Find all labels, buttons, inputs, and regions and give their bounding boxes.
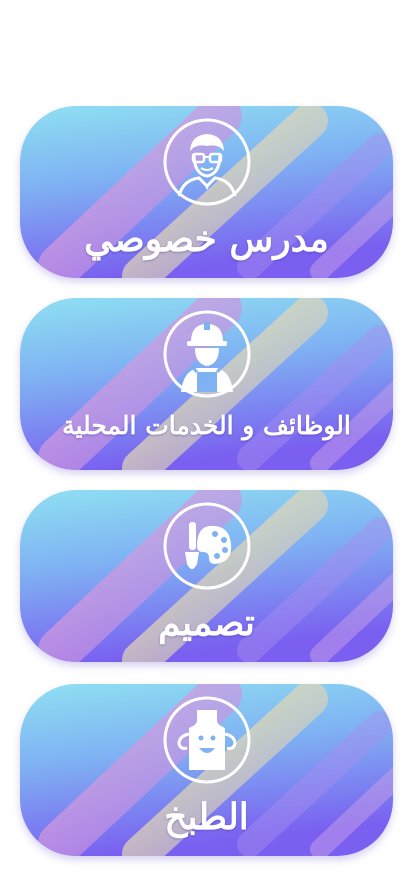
category-label: الوظائف و الخدمات المحلية: [62, 411, 351, 440]
worker-icon: [163, 310, 251, 398]
palette-icon: [163, 502, 251, 590]
category-card-design[interactable]: تصميم: [20, 490, 393, 662]
category-label: مدرس خصوصي: [84, 218, 329, 260]
category-card-local-jobs[interactable]: الوظائف و الخدمات المحلية: [20, 298, 393, 470]
teacher-icon: [163, 118, 251, 206]
category-card-tutor[interactable]: مدرس خصوصي: [20, 106, 393, 278]
category-label: الطبخ: [164, 796, 249, 838]
category-label: تصميم: [158, 602, 255, 644]
category-card-cooking[interactable]: الطبخ: [20, 684, 393, 856]
chef-apron-icon: [163, 696, 251, 784]
